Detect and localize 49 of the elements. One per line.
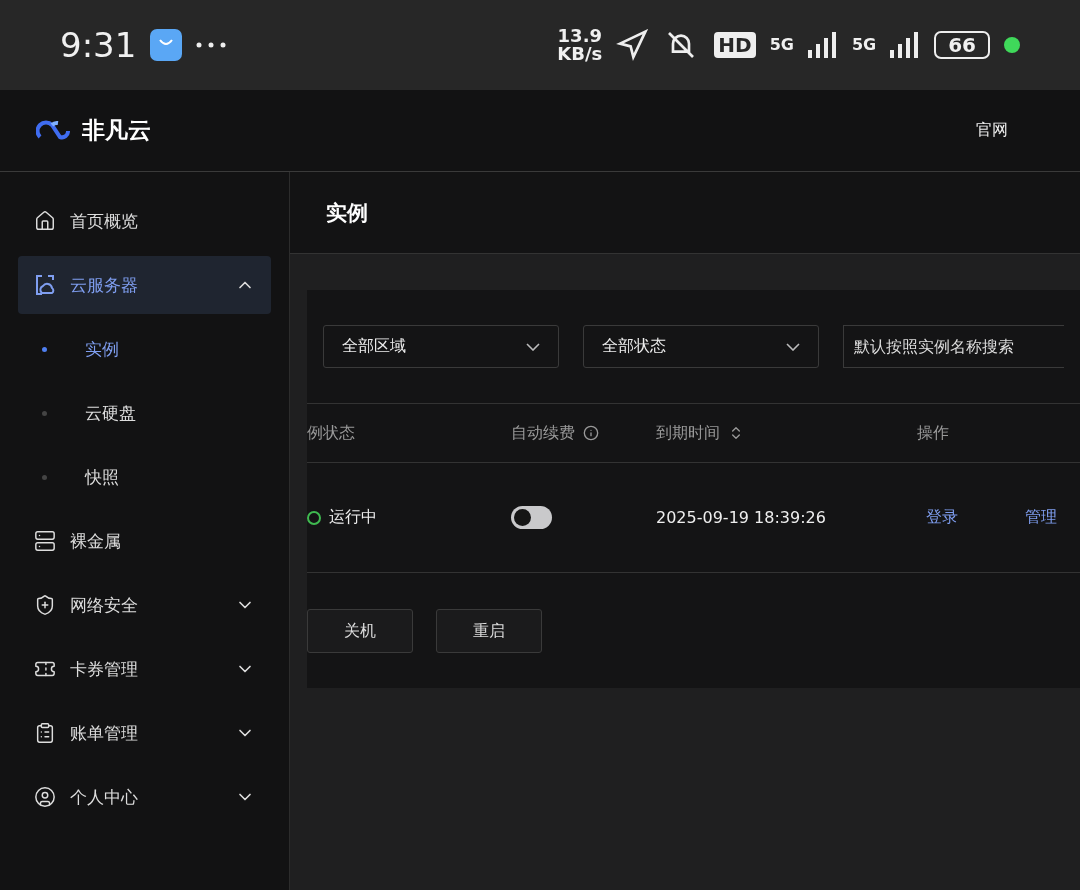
status-dot-icon [1004,37,1020,53]
sidebar-subitem[interactable]: 实例 [18,320,271,378]
sidebar-item[interactable]: 网络安全 [18,576,271,634]
status-select[interactable]: 全部状态 [583,325,819,368]
auto-renew-toggle[interactable] [511,506,552,529]
more-icon [196,42,227,48]
action-link[interactable]: 登录 [926,507,958,528]
hd-badge: HD [714,32,756,58]
network-type: 5G [851,37,877,53]
page-title: 实例 [326,199,368,227]
signal-icon [807,32,838,58]
column-header: 到期时间 [656,422,720,444]
server-icon [34,530,56,552]
region-select[interactable]: 全部区域 [323,325,559,368]
chevron-down-icon [786,342,800,351]
signal-icon [890,32,921,58]
shield-plus-icon [34,594,56,616]
clipboard-icon [34,722,56,744]
info-icon [583,425,599,441]
sidebar-item[interactable]: 首页概览 [18,192,271,250]
network-speed: 13.9 [557,27,602,45]
restart-button[interactable]: 重启 [436,609,542,653]
column-header: 例状态 [307,422,355,444]
shutdown-button[interactable]: 关机 [307,609,413,653]
status-text: 运行中 [329,507,377,528]
user-circle-icon [34,786,56,808]
expiry-time: 2025-09-19 18:39:26 [656,508,826,527]
battery-level: 66 [934,31,990,59]
sidebar-subitem[interactable]: 快照 [18,448,271,506]
location-arrow-icon [616,29,649,61]
brand-name: 非凡云 [82,116,151,145]
action-link[interactable]: 管理 [1025,507,1057,528]
sidebar-subitem[interactable]: 云硬盘 [18,384,271,442]
clock-time: 9:31 [60,25,137,65]
search-field[interactable]: 默认按照实例名称搜索 [843,325,1064,368]
sidebar-item[interactable]: 账单管理 [18,704,271,762]
sidebar-item[interactable]: 裸金属 [18,512,271,570]
running-status-icon [307,510,321,525]
sidebar-item[interactable]: 云服务器 [18,256,271,314]
sidebar-item[interactable]: 个人中心 [18,768,271,826]
network-type: 5G [769,37,794,53]
nav-link[interactable]: 官网 [976,120,1008,141]
sidebar-item[interactable]: 卡券管理 [18,640,271,698]
column-header: 自动续费 [511,422,575,444]
speed-unit: KB/s [557,45,603,63]
column-header: 操作 [917,422,949,444]
home-icon [34,210,56,232]
cloud-server-icon [34,274,56,296]
chevron-down-icon [526,342,540,351]
